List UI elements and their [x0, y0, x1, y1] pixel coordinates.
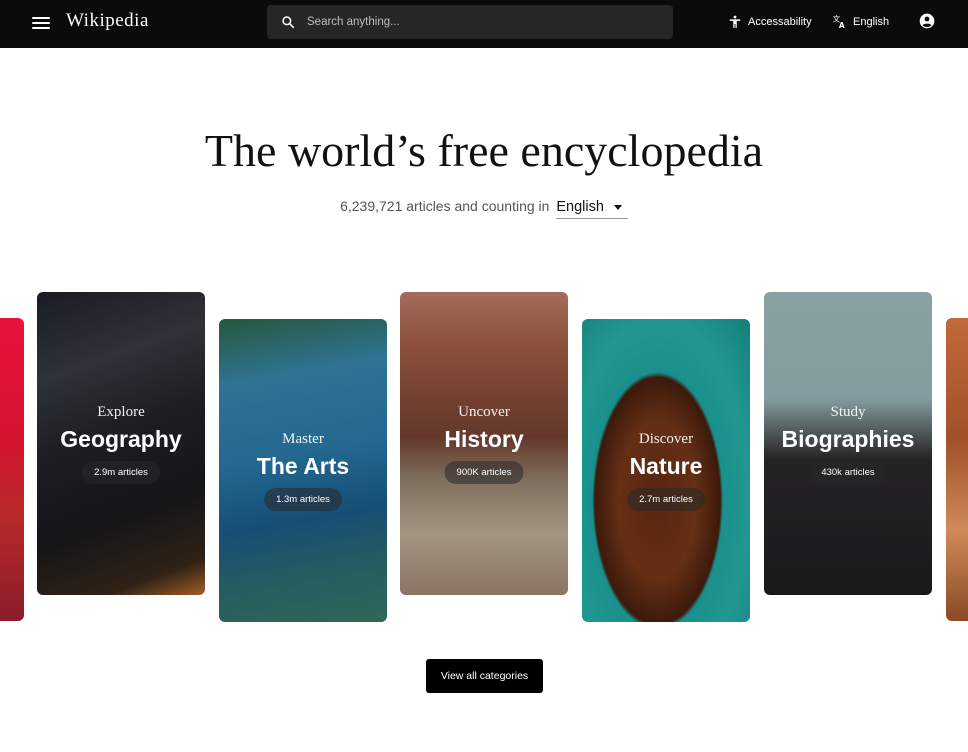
card-title: Geography [60, 426, 182, 452]
svg-text:A: A [839, 21, 845, 29]
caret-down-icon [613, 204, 622, 210]
search-bar[interactable] [267, 5, 673, 39]
article-counter-text: 6,239,721 articles and counting in [340, 198, 550, 214]
language-label: English [853, 15, 890, 28]
card-article-count: 900K articles [444, 461, 524, 484]
card-article-count: 430k articles [809, 461, 887, 484]
accessibility-icon [729, 15, 741, 28]
category-card-partial-left[interactable] [0, 318, 24, 621]
translate-icon: 文 A [833, 14, 845, 29]
card-verb: Discover [638, 431, 694, 447]
card-verb: Explore [97, 404, 145, 420]
article-counter: 6,239,721 articles and counting in Engli… [0, 198, 968, 219]
category-card-the-arts[interactable]: Master The Arts 1.3m articles [219, 319, 387, 622]
card-verb: Study [830, 404, 866, 420]
card-article-count: 1.3m articles [264, 488, 342, 511]
language-dropdown-value: English [556, 199, 604, 215]
card-article-count: 2.7m articles [627, 488, 705, 511]
language-button[interactable]: 文 A English [832, 14, 889, 29]
card-title: History [444, 426, 524, 452]
card-article-count: 2.9m articles [82, 461, 160, 484]
search-input[interactable] [305, 15, 649, 29]
wikipedia-logo[interactable]: Wikipedia [66, 10, 149, 32]
card-verb: Master [282, 431, 324, 447]
page-headline: The world’s free encyclopedia [204, 125, 764, 176]
top-bar: Wikipedia Accessability 文 A English [0, 0, 968, 48]
account-icon[interactable] [919, 13, 935, 29]
card-title: Nature [629, 453, 703, 479]
accessibility-button[interactable]: Accessability [728, 14, 812, 30]
category-card-geography[interactable]: Explore Geography 2.9m articles [37, 292, 205, 595]
card-title: The Arts [256, 453, 350, 479]
card-verb: Uncover [458, 404, 510, 420]
card-title: Biographies [781, 426, 915, 452]
category-card-biographies[interactable]: Study Biographies 430k articles [764, 292, 932, 595]
view-all-categories-button[interactable]: View all categories [426, 659, 543, 693]
language-dropdown[interactable]: English [556, 199, 628, 219]
search-icon [282, 16, 295, 29]
category-card-partial-right[interactable] [946, 318, 968, 621]
accessibility-label: Accessability [748, 16, 812, 28]
hamburger-menu-icon[interactable] [32, 14, 50, 32]
category-card-nature[interactable]: Discover Nature 2.7m articles [582, 319, 750, 622]
category-card-history[interactable]: Uncover History 900K articles [400, 292, 568, 595]
